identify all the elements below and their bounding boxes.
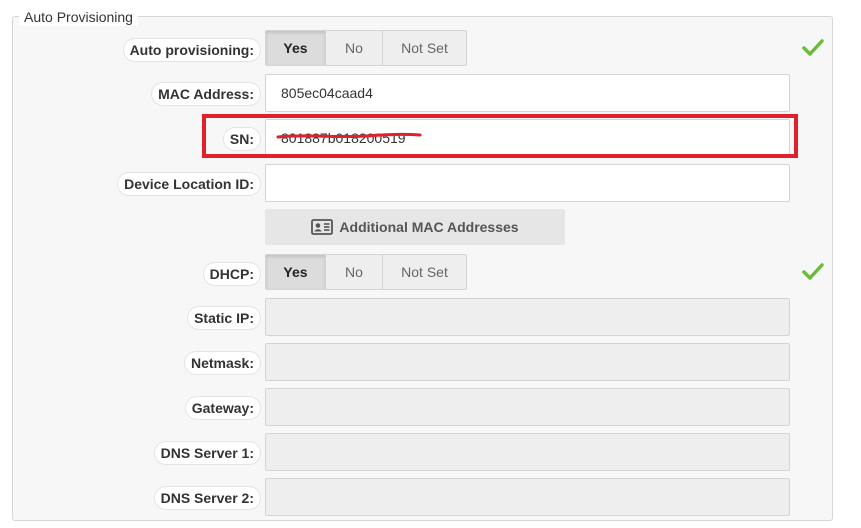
- fieldset-legend: Auto Provisioning: [19, 8, 138, 26]
- sn-input[interactable]: 801887b018200519: [265, 119, 790, 157]
- auto-provisioning-no-button[interactable]: No: [326, 31, 383, 65]
- dhcp-no-button[interactable]: No: [326, 255, 383, 289]
- contact-card-icon: [311, 219, 334, 235]
- dns-server-1-label: DNS Server 1:: [154, 442, 260, 464]
- device-location-id-row: Device Location ID:: [0, 164, 861, 202]
- dhcp-label: DHCP:: [203, 263, 260, 285]
- netmask-row: Netmask:: [0, 343, 861, 381]
- auto-provisioning-toggle: Yes No Not Set: [265, 30, 467, 66]
- checkmark-icon: [802, 39, 824, 56]
- auto-provisioning-yes-button[interactable]: Yes: [266, 31, 326, 65]
- dhcp-row: DHCP: Yes No Not Set: [0, 254, 861, 292]
- checkmark-icon: [802, 263, 824, 280]
- auto-provisioning-not-set-button[interactable]: Not Set: [383, 31, 466, 65]
- static-ip-input[interactable]: [265, 298, 790, 336]
- gateway-label: Gateway:: [185, 397, 260, 419]
- dhcp-not-set-button[interactable]: Not Set: [383, 255, 466, 289]
- dhcp-yes-button[interactable]: Yes: [266, 255, 326, 289]
- sn-label: SN:: [223, 128, 260, 150]
- dns-server-2-input[interactable]: [265, 478, 790, 516]
- dns-server-2-row: DNS Server 2:: [0, 478, 861, 516]
- device-location-id-label: Device Location ID:: [118, 173, 260, 195]
- gateway-row: Gateway:: [0, 388, 861, 426]
- sn-row: SN: 801887b018200519: [0, 119, 861, 157]
- sn-value: 801887b018200519: [281, 130, 406, 146]
- gateway-input[interactable]: [265, 388, 790, 426]
- mac-address-row: MAC Address: 805ec04caad4: [0, 74, 861, 112]
- auto-provisioning-label: Auto provisioning:: [123, 39, 260, 61]
- auto-provisioning-row: Auto provisioning: Yes No Not Set: [0, 30, 861, 68]
- netmask-input[interactable]: [265, 343, 790, 381]
- device-location-id-input[interactable]: [265, 164, 790, 202]
- mac-address-label: MAC Address:: [152, 83, 260, 105]
- dns-server-2-label: DNS Server 2:: [154, 487, 260, 509]
- dns-server-1-row: DNS Server 1:: [0, 433, 861, 471]
- dns-server-1-input[interactable]: [265, 433, 790, 471]
- additional-mac-addresses-button[interactable]: Additional MAC Addresses: [265, 209, 565, 245]
- auto-provisioning-panel: Auto Provisioning Auto provisioning: Yes…: [0, 0, 861, 528]
- additional-mac-addresses-label: Additional MAC Addresses: [339, 219, 519, 235]
- static-ip-row: Static IP:: [0, 298, 861, 336]
- mac-address-input[interactable]: 805ec04caad4: [265, 74, 790, 112]
- netmask-label: Netmask:: [184, 352, 260, 374]
- dhcp-toggle: Yes No Not Set: [265, 254, 467, 290]
- static-ip-label: Static IP:: [188, 307, 260, 329]
